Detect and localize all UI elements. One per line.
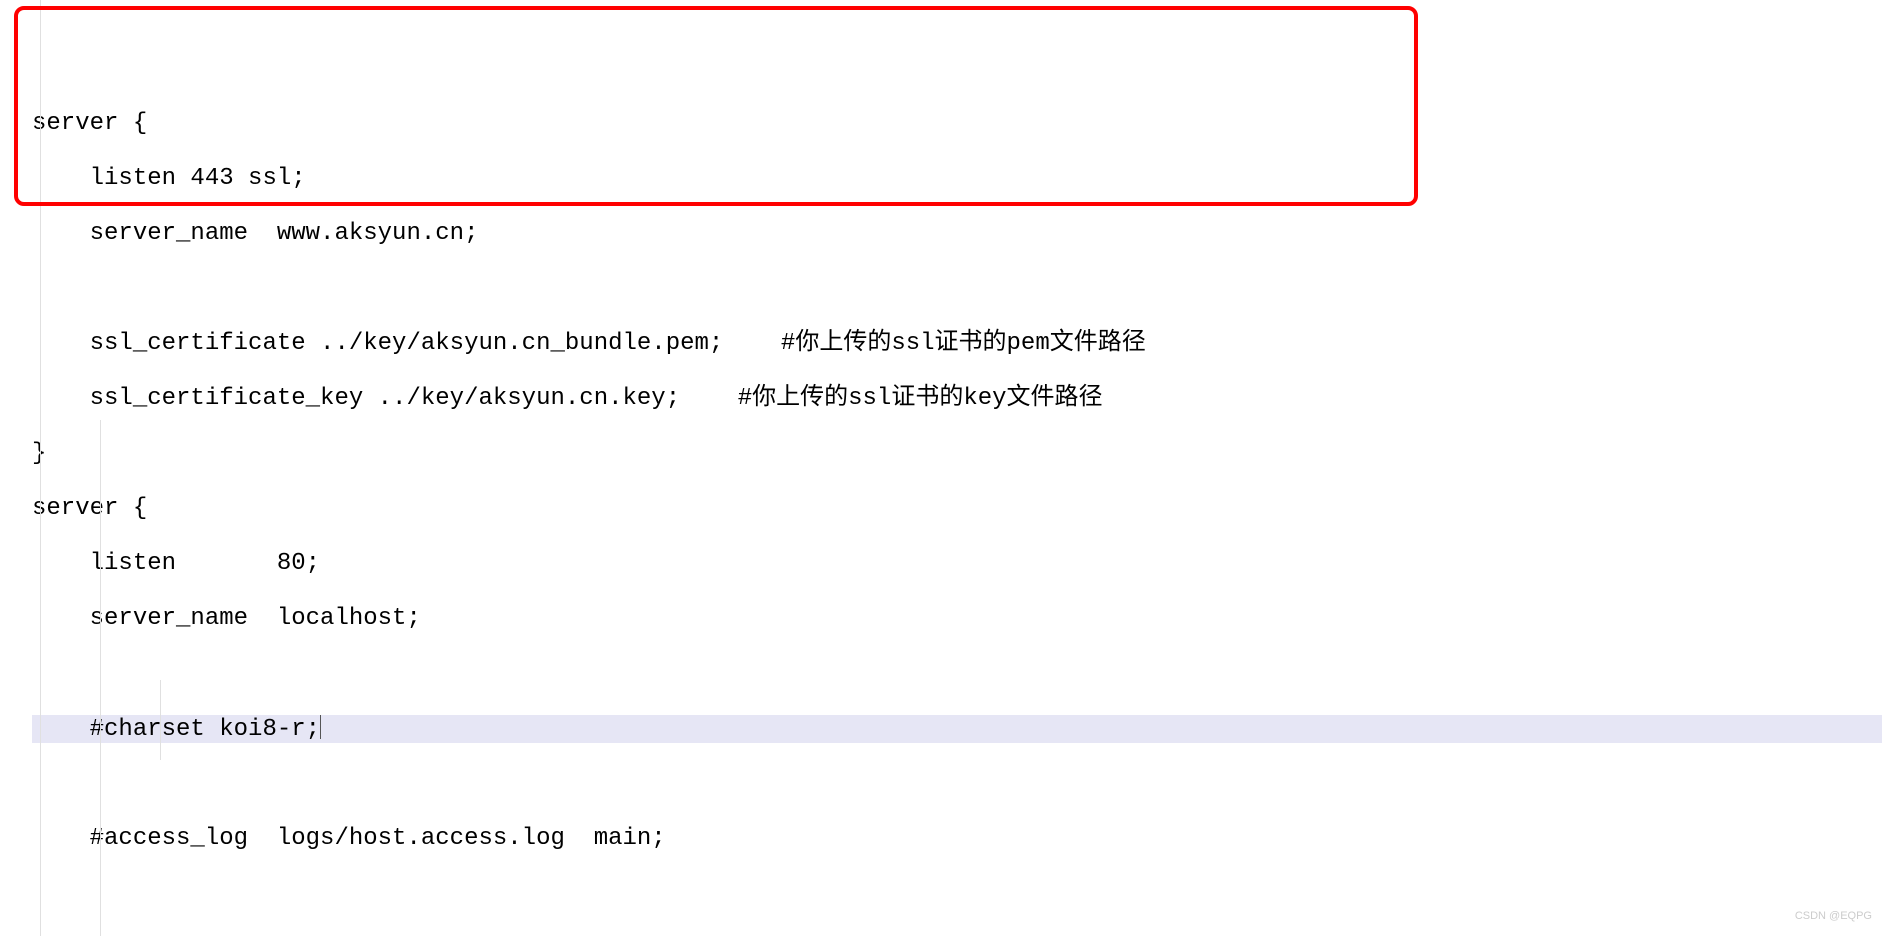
fold-guide <box>160 680 161 760</box>
code-line[interactable]: } <box>32 440 1882 468</box>
code-text: ssl_certificate ../key/aksyun.cn_bundle.… <box>32 330 781 357</box>
fold-guide <box>100 420 101 936</box>
watermark: CSDN @EQPG <box>1795 903 1872 931</box>
code-line[interactable]: server { <box>32 110 1882 138</box>
code-line[interactable]: server { <box>32 495 1882 523</box>
code-text: #charset koi8-r; <box>32 716 320 743</box>
code-editor[interactable]: server { listen 443 ssl; server_name www… <box>0 0 1882 936</box>
code-comment: #你上传的ssl证书的pem文件路径 <box>781 330 1146 357</box>
code-line[interactable] <box>32 275 1882 303</box>
code-line[interactable]: ssl_certificate_key ../key/aksyun.cn.key… <box>32 385 1882 413</box>
code-line[interactable]: server_name www.aksyun.cn; <box>32 220 1882 248</box>
code-line[interactable]: listen 443 ssl; <box>32 165 1882 193</box>
code-line[interactable]: #access_log logs/host.access.log main; <box>32 825 1882 853</box>
fold-guide <box>40 0 41 936</box>
code-line[interactable] <box>32 770 1882 798</box>
code-line[interactable] <box>32 660 1882 688</box>
text-cursor <box>320 715 321 739</box>
code-line[interactable] <box>32 880 1882 908</box>
code-comment: #你上传的ssl证书的key文件路径 <box>738 385 1103 412</box>
code-line[interactable]: ssl_certificate ../key/aksyun.cn_bundle.… <box>32 330 1882 358</box>
code-line[interactable]: server_name localhost; <box>32 605 1882 633</box>
code-text: ssl_certificate_key ../key/aksyun.cn.key… <box>32 385 738 412</box>
code-line[interactable]: listen 80; <box>32 550 1882 578</box>
code-line-current[interactable]: #charset koi8-r; <box>32 715 1882 743</box>
